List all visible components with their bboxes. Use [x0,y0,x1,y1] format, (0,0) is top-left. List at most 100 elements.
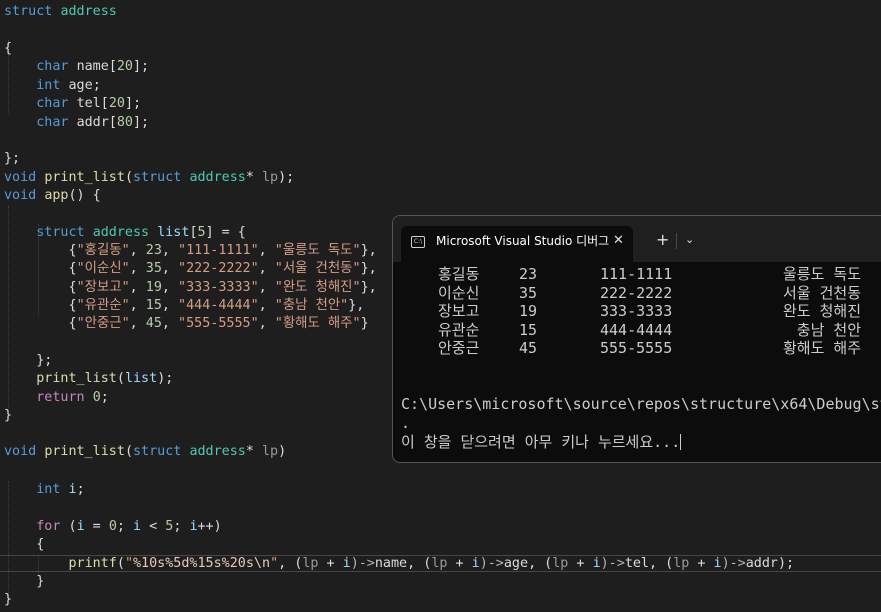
code-token: }, [360,243,377,258]
record-addr: 서울 건천동 [782,284,861,302]
code-token: , ( [407,556,432,571]
code-token: ( [124,444,133,459]
code-token: "이순신" [76,261,130,276]
record-age: 23 [519,265,538,283]
code-token: lp [431,556,448,571]
code-token: i [76,519,85,534]
code-token: i [133,519,142,534]
code-line: } [4,573,44,591]
tab-title: Microsoft Visual Studio 디버그 [436,234,610,248]
code-line: printf("%10s%5d%15s%20s\n", (lp + i)->na… [4,555,795,573]
code-line: return 0; [4,389,109,407]
code-token: address [189,170,246,185]
code-token: %10s%5d%15s%20s\n [133,556,271,571]
close-tab-icon[interactable]: ✕ [613,232,624,250]
code-token: i [342,556,351,571]
code-token: , ( [649,556,674,571]
console-title-bar[interactable]: C:\ Microsoft Visual Studio 디버그 ✕ + ⌄ [393,216,881,262]
code-token: , [129,243,146,258]
new-tab-plus-icon[interactable]: + [656,230,669,250]
code-token: } [4,408,13,423]
code-token: + [318,556,343,571]
code-token: struct [4,4,53,19]
code-token: app [44,188,69,203]
code-token: )-> [350,556,375,571]
code-token: [ [108,115,117,130]
code-token: "완도 청해진" [274,280,361,295]
code-token: , [129,261,146,276]
code-token: "장보고" [76,280,130,295]
code-line: void print_list(struct address* lp) [4,443,286,461]
code-token: ); [778,556,795,571]
code-token: char [36,59,69,74]
code-token: }, [348,298,365,313]
code-token: "홍길동" [76,243,130,258]
code-token: ]; [124,96,142,111]
code-token: , [161,261,179,276]
code-token: ] = { [205,225,246,240]
record-tel: 444-4444 [600,321,673,339]
code-token: [ [108,59,117,74]
code-token: "서울 건천동" [274,261,361,276]
code-line: int age; [4,77,101,95]
record-age: 35 [519,284,538,302]
code-token: age [68,78,93,93]
code-line: {"안중근", 45, "555-5555", "황해도 해주"} [4,315,368,333]
code-token: 20 [108,96,125,111]
code-token: char [36,96,69,111]
code-token: " [270,556,279,571]
code-token: }; [4,151,21,166]
code-line: {"장보고", 19, "333-3333", "완도 청해진"}, [4,279,376,297]
code-token: , [161,243,179,258]
code-token: * [245,444,262,459]
code-token: , ( [528,556,553,571]
record-tel: 555-5555 [600,339,673,357]
code-line: print_list(list); [4,370,173,388]
code-token: + [447,556,472,571]
code-token: { [4,243,77,258]
code-token: printf [68,556,117,571]
code-token: , [129,298,146,313]
code-token: lp [302,556,319,571]
code-token: , ( [278,556,303,571]
chevron-down-icon[interactable]: ⌄ [685,230,694,250]
code-token: i [68,482,77,497]
code-token: 35 [145,261,162,276]
console-output[interactable]: 홍길동 23 111-1111 울릉도 독도 이순신 35 222-2222 서울 건천동 장보… [393,262,881,462]
record-name: 유관순 [438,321,480,339]
console-tab[interactable]: C:\ Microsoft Visual Studio 디버그 ✕ [401,226,633,262]
record-tel: 111-1111 [600,265,673,283]
code-token: ]; [133,115,150,130]
code-token: , [161,316,179,331]
code-token: 19 [145,280,162,295]
code-token: i [713,556,722,571]
code-token: struct [133,170,182,185]
code-line: void app() { [4,187,101,205]
code-token: tel [624,556,649,571]
code-token: void [4,188,37,203]
code-token: { [4,261,77,276]
code-token: ); [278,170,295,185]
code-token: print_list [36,371,117,386]
code-line: {"홍길동", 23, "111-1111", "울릉도 독도"}, [4,242,377,260]
debug-console-window[interactable]: C:\ Microsoft Visual Studio 디버그 ✕ + ⌄ 홍길… [392,215,881,463]
code-token: i [471,556,480,571]
record-name: 이순신 [438,284,480,302]
code-token: < [141,519,166,534]
code-token: " [124,556,133,571]
code-token: } [4,592,13,607]
tab-separator [676,233,677,249]
code-token: ( [60,519,77,534]
code-token: } [4,574,45,589]
code-line: struct address list[5] = { [4,224,246,242]
code-token: list [157,225,190,240]
code-line: {"이순신", 35, "222-2222", "서울 건천동"}, [4,260,376,278]
code-line: char addr[80]; [4,114,149,132]
code-line: { [4,40,12,58]
code-token: , [129,316,146,331]
